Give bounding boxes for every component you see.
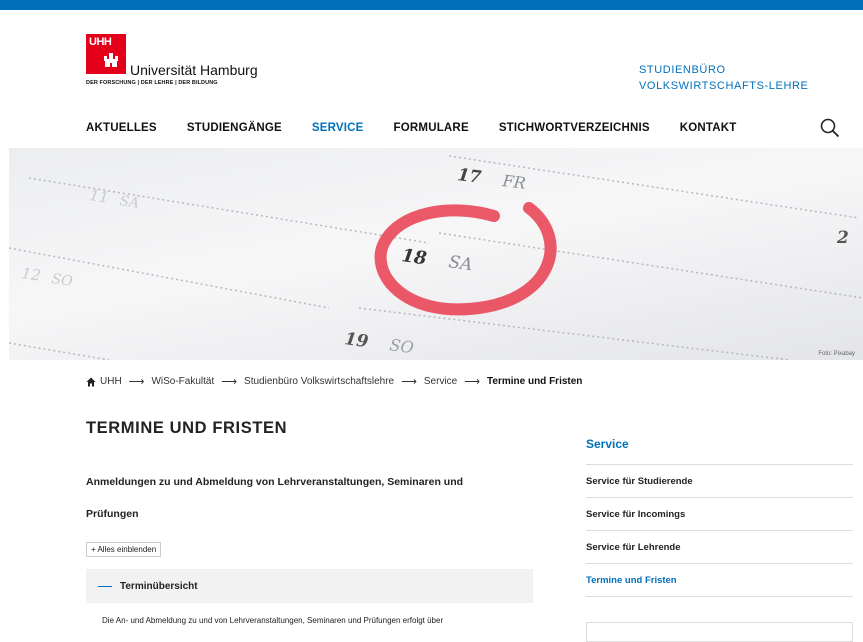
institute-name[interactable]: STUDIENBÜRO VOLKSWIRTSCHAFTS-LEHRE [639, 62, 854, 94]
nav-item-studiengaenge[interactable]: STUDIENGÄNGE [187, 122, 282, 134]
date-11: 11 [88, 186, 109, 206]
sidebar-item-lehrende[interactable]: Service für Lehrende [586, 531, 853, 564]
day-sa-2: SA [447, 252, 473, 275]
sidebar-item-incomings[interactable]: Service für Incomings [586, 498, 853, 531]
university-logo[interactable]: UHH Universität Hamburg DER FORSCHUNG | … [86, 34, 266, 94]
nav-item-kontakt[interactable]: KONTAKT [680, 122, 737, 134]
main-nav: AKTUELLES STUDIENGÄNGE SERVICE FORMULARE… [86, 122, 737, 134]
accordion-content: Die An- und Abmeldung zu und von Lehrver… [102, 616, 444, 625]
photo-credit: Foto: Pixabay [818, 351, 855, 357]
calendar-photo: 11 SA 12 SO 17 FR 18 SA 19 SO 2 [9, 155, 863, 360]
page-title: TERMINE UND FRISTEN [86, 419, 288, 437]
nav-item-stichwortverzeichnis[interactable]: STICHWORTVERZEICHNIS [499, 122, 650, 134]
sidebar-item-termine[interactable]: Termine und Fristen [586, 564, 853, 597]
search-icon[interactable] [820, 118, 840, 138]
logo-mark: UHH [86, 34, 126, 74]
accordion-termine[interactable]: Terminübersicht [86, 569, 533, 603]
day-fr: FR [501, 171, 527, 193]
breadcrumb-arrow: ⟶ [221, 376, 238, 388]
date-18: 18 [400, 245, 428, 269]
day-sa-1: SA [118, 193, 140, 212]
date-19: 19 [343, 329, 369, 352]
sidebar-heading[interactable]: Service [586, 437, 853, 465]
logo-tagline: DER FORSCHUNG | DER LEHRE | DER BILDUNG [86, 80, 218, 86]
breadcrumb: UHH ⟶ WiSo-Fakultät ⟶ Studienbüro Volksw… [86, 375, 582, 388]
sidebar-item-studierende[interactable]: Service für Studierende [586, 465, 853, 498]
breadcrumb-arrow: ⟶ [401, 376, 417, 388]
hero-image: 11 SA 12 SO 17 FR 18 SA 19 SO 2 Foto: Pi… [9, 148, 863, 360]
date-partial: 2 [836, 228, 849, 248]
breadcrumb-current: Termine und Fristen [487, 376, 583, 387]
home-icon[interactable] [86, 377, 96, 387]
day-so-1: SO [50, 271, 74, 290]
accordion-label: Terminübersicht [120, 580, 198, 592]
logo-name: Universität Hamburg [130, 62, 258, 78]
nav-item-service[interactable]: SERVICE [312, 122, 364, 134]
collapse-icon [98, 585, 112, 587]
breadcrumb-arrow: ⟶ [128, 376, 145, 388]
date-17: 17 [456, 165, 482, 188]
breadcrumb-arrow: ⟶ [464, 376, 481, 388]
date-12: 12 [20, 264, 41, 284]
sidebar-nav: Service Service für Studierende Service … [586, 437, 853, 597]
breadcrumb-service[interactable]: Service [424, 376, 457, 387]
top-accent-bar [0, 0, 863, 10]
breadcrumb-uhh[interactable]: UHH [100, 376, 122, 387]
castle-icon [104, 53, 118, 67]
lead-text: Anmeldungen zu und Abmeldung von Lehrver… [86, 476, 464, 520]
breadcrumb-wiso[interactable]: WiSo-Fakultät [151, 376, 214, 387]
expand-all-button[interactable]: + Alles einblenden [86, 542, 162, 557]
logo-mark-text: UHH [89, 36, 112, 48]
nav-item-aktuelles[interactable]: AKTUELLES [86, 122, 157, 134]
sidebar-box [586, 622, 853, 642]
day-so-2: SO [388, 335, 414, 357]
breadcrumb-studienbuero[interactable]: Studienbüro Volkswirtschaftslehre [244, 376, 394, 387]
nav-item-formulare[interactable]: FORMULARE [394, 122, 469, 134]
